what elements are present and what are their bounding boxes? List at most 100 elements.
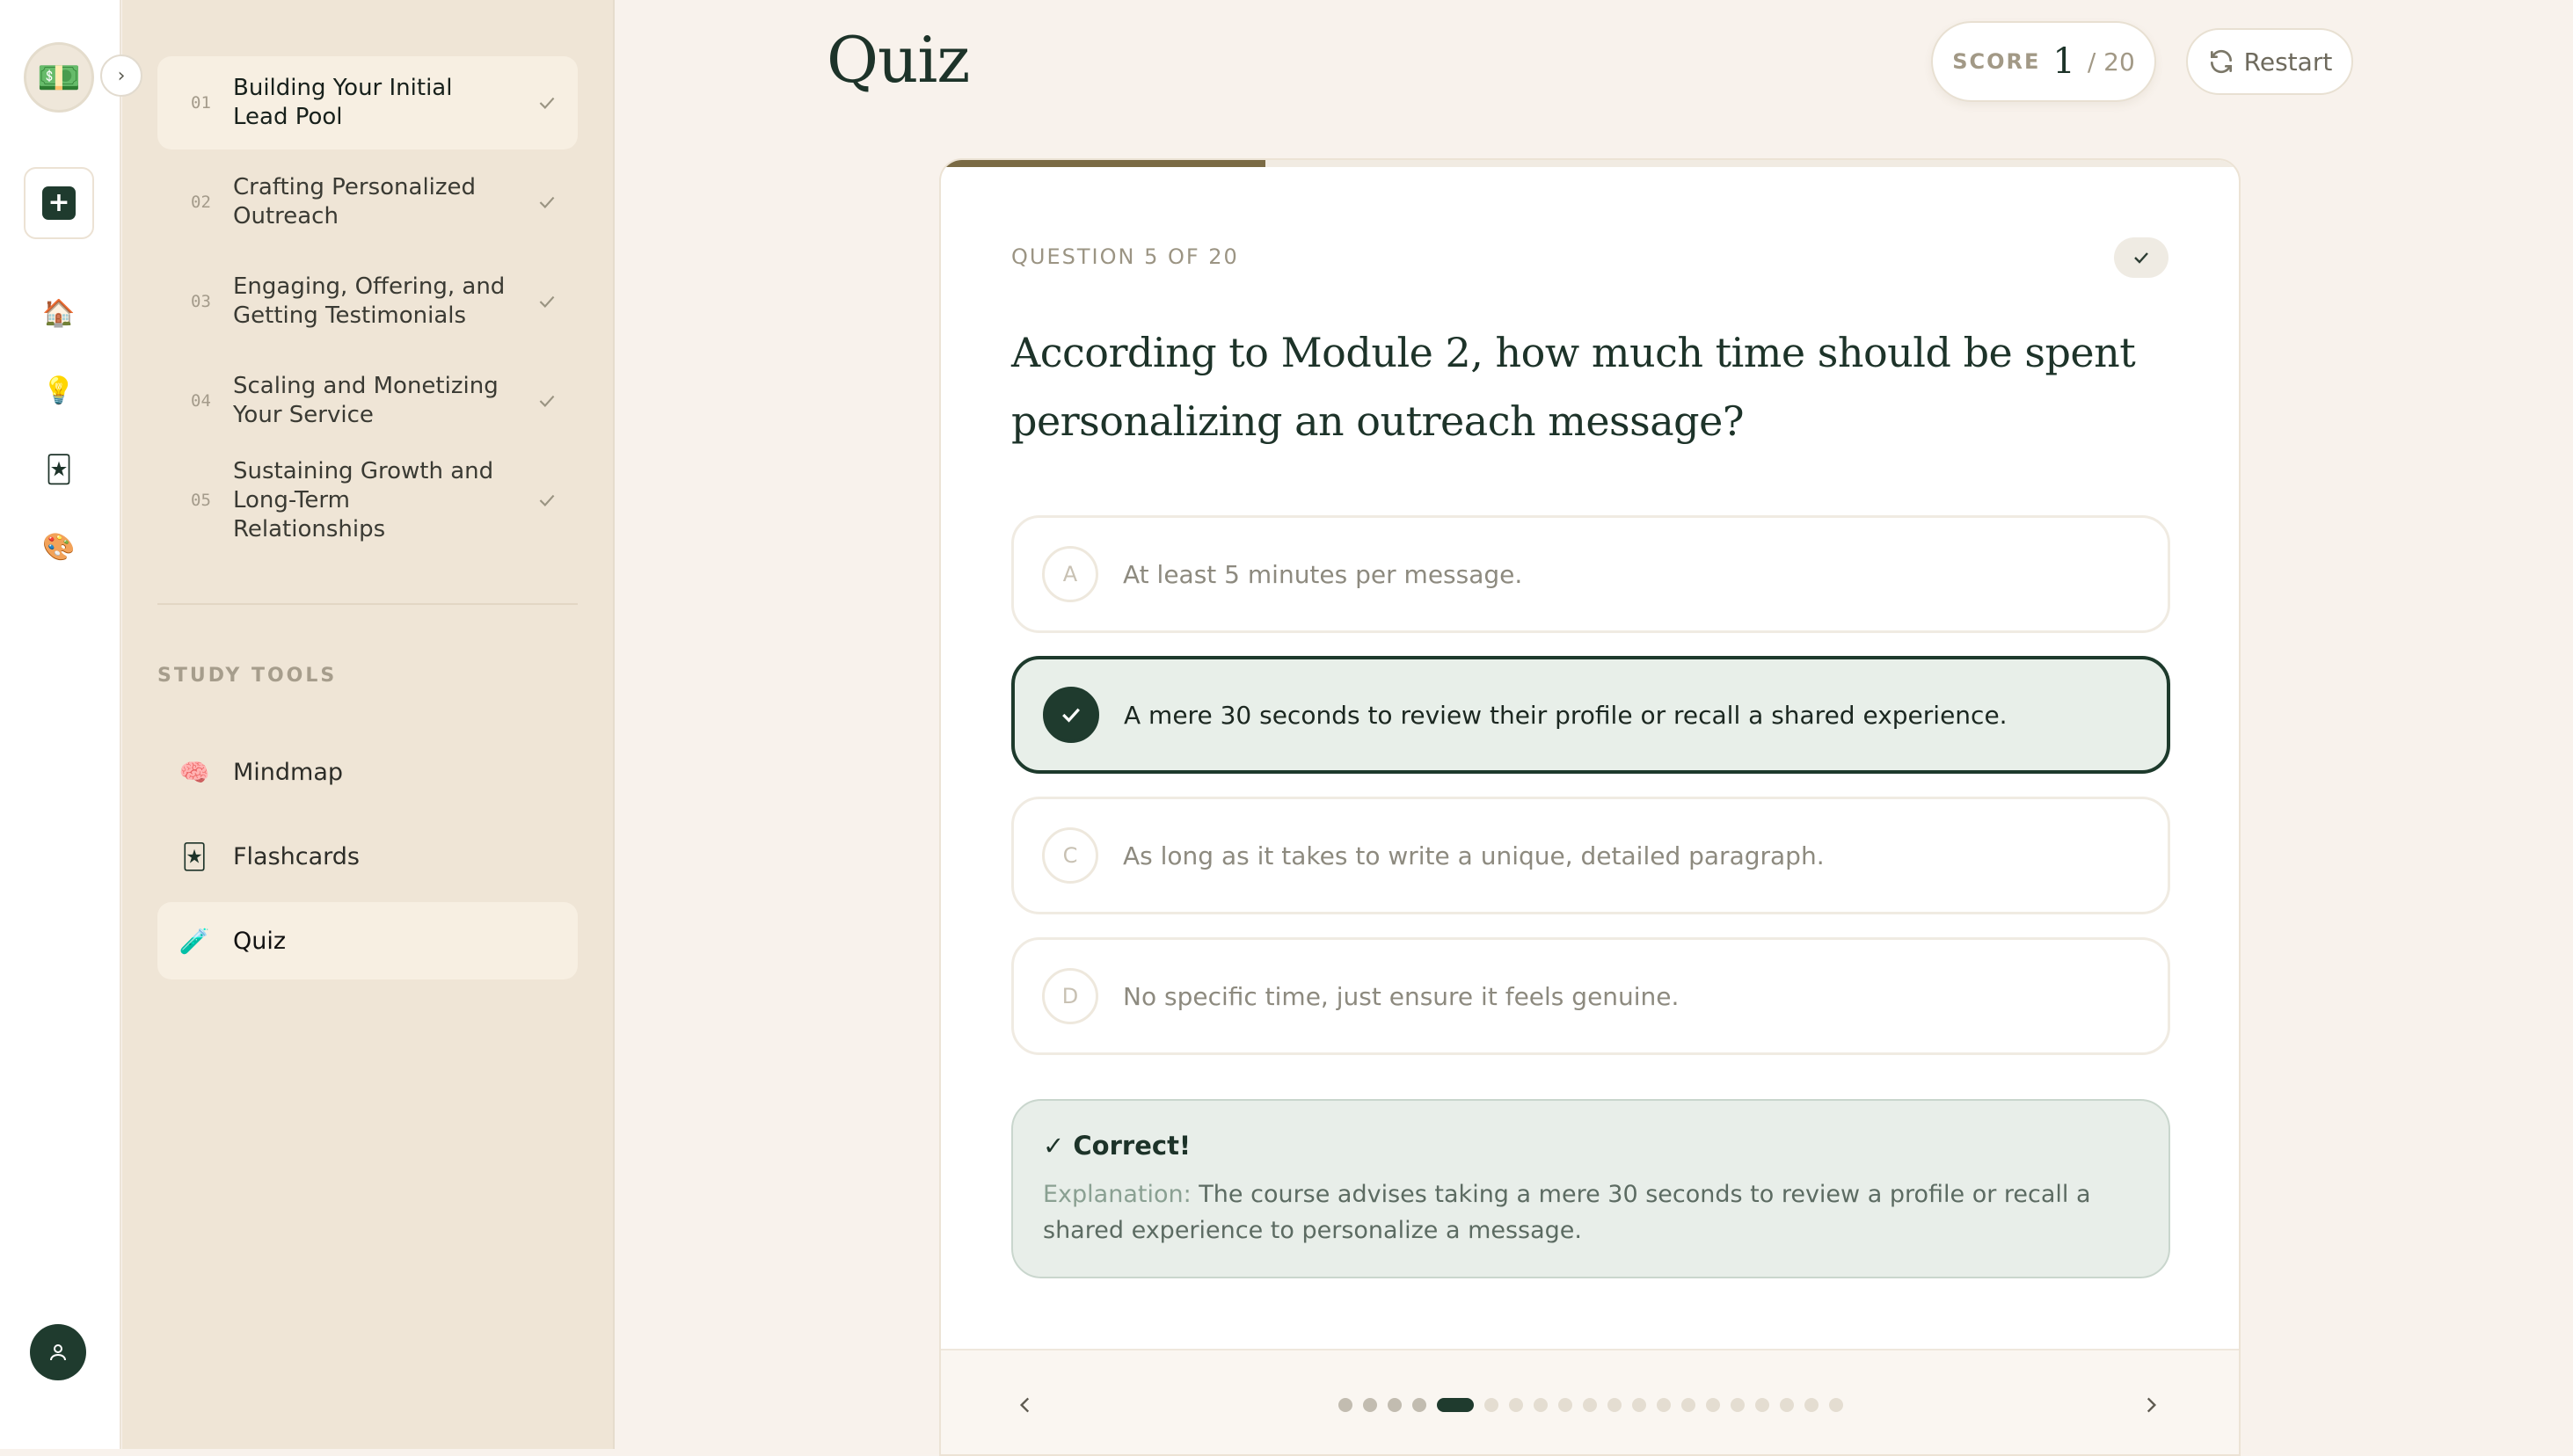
question-dot[interactable]	[1607, 1398, 1622, 1412]
progress-track	[941, 160, 2239, 167]
check-icon	[539, 494, 555, 506]
question-dot[interactable]	[1412, 1398, 1426, 1412]
option-letter: C	[1042, 827, 1098, 884]
question-dot[interactable]	[1558, 1398, 1572, 1412]
module-number: 04	[191, 391, 211, 411]
module-number: 03	[191, 292, 211, 311]
module-title: Sustaining Growth and Long-Term Relation…	[233, 457, 494, 542]
answer-option-b[interactable]: A mere 30 seconds to review their profil…	[1011, 656, 2170, 774]
question-dot[interactable]	[1509, 1398, 1523, 1412]
check-icon	[539, 196, 555, 208]
option-text: At least 5 minutes per message.	[1123, 559, 1523, 589]
answer-option-c[interactable]: C As long as it takes to write a unique,…	[1011, 797, 2170, 914]
question-dot[interactable]	[1338, 1398, 1352, 1412]
question-dot[interactable]	[1657, 1398, 1671, 1412]
palette-glyph: 🎨	[42, 531, 76, 563]
next-question-button[interactable]	[2132, 1386, 2170, 1424]
module-item-03[interactable]: 03 Engaging, Offering, and Getting Testi…	[157, 255, 578, 348]
check-icon	[2134, 252, 2148, 264]
answer-option-a[interactable]: A At least 5 minutes per message.	[1011, 515, 2170, 633]
module-title: Crafting Personalized Outreach	[233, 174, 477, 229]
plus-icon: +	[42, 186, 76, 220]
question-dot[interactable]	[1534, 1398, 1548, 1412]
tool-quiz[interactable]: 🧪 Quiz	[157, 902, 578, 979]
module-item-01[interactable]: 01 Building Your Initial Lead Pool	[157, 56, 578, 149]
question-dot[interactable]	[1755, 1398, 1769, 1412]
answer-option-d[interactable]: D No specific time, just ensure it feels…	[1011, 937, 2170, 1055]
explanation-body: The course advises taking a mere 30 seco…	[1043, 1181, 2091, 1244]
module-item-02[interactable]: 02 Crafting Personalized Outreach	[157, 156, 578, 249]
selected-check-icon	[1043, 687, 1099, 743]
question-dot[interactable]	[1804, 1398, 1819, 1412]
chevron-right-icon	[2147, 1397, 2157, 1413]
module-item-05[interactable]: 05 Sustaining Growth and Long-Term Relat…	[157, 454, 578, 547]
question-dot[interactable]	[1632, 1398, 1646, 1412]
tool-label: Quiz	[233, 927, 287, 955]
question-counter: QUESTION 5 OF 20	[1011, 244, 1239, 269]
tool-label: Mindmap	[233, 758, 344, 786]
tool-flashcards[interactable]: 🃏 Flashcards	[157, 818, 578, 895]
question-dot[interactable]	[1388, 1398, 1402, 1412]
progress-fill	[941, 160, 1265, 167]
previous-question-button[interactable]	[1006, 1386, 1045, 1424]
sidebar-divider	[157, 603, 578, 605]
test-tube-icon: 🧪	[179, 926, 210, 956]
check-icon	[539, 97, 555, 109]
score-total: / 20	[2087, 47, 2135, 76]
question-dot[interactable]	[1731, 1398, 1745, 1412]
refresh-icon	[2210, 49, 2232, 74]
user-icon	[50, 1344, 66, 1361]
check-icon	[539, 395, 555, 407]
chevron-left-icon	[1019, 1397, 1030, 1413]
question-dot[interactable]	[1437, 1398, 1474, 1412]
question-dot[interactable]	[1363, 1398, 1377, 1412]
feedback-title: ✓ Correct!	[1043, 1131, 1192, 1161]
user-avatar[interactable]	[30, 1324, 86, 1380]
explanation-label: Explanation:	[1043, 1181, 1192, 1208]
module-title: Scaling and Monetizing Your Service	[233, 373, 499, 428]
option-text: No specific time, just ensure it feels g…	[1123, 981, 1680, 1011]
quiz-card: QUESTION 5 OF 20 According to Module 2, …	[939, 158, 2241, 1456]
flashcard-glyph: 🃏	[45, 454, 73, 485]
home-icon[interactable]: 🏠	[40, 294, 78, 332]
tool-mindmap[interactable]: 🧠 Mindmap	[157, 733, 578, 811]
score-label: SCORE	[1952, 49, 2041, 74]
palette-icon[interactable]: 🎨	[40, 528, 78, 566]
page-title: Quiz	[827, 23, 970, 97]
check-icon	[1062, 708, 1080, 723]
module-title: Engaging, Offering, and Getting Testimon…	[233, 273, 506, 329]
option-text: A mere 30 seconds to review their profil…	[1124, 700, 2008, 730]
question-dot[interactable]	[1706, 1398, 1720, 1412]
question-dot[interactable]	[1681, 1398, 1695, 1412]
module-item-04[interactable]: 04 Scaling and Monetizing Your Service	[157, 354, 578, 448]
module-title: Building Your Initial Lead Pool	[233, 75, 453, 130]
logo-glyph: 💵	[37, 57, 81, 98]
expand-sidebar-button[interactable]: ›	[100, 55, 142, 97]
chevron-right-icon: ›	[117, 64, 126, 87]
check-icon	[539, 295, 555, 308]
new-course-button[interactable]: +	[24, 167, 94, 239]
answered-badge	[2114, 237, 2168, 278]
restart-button[interactable]: Restart	[2186, 28, 2353, 95]
study-tools-label: STUDY TOOLS	[157, 665, 338, 687]
flashcard-icon: 🃏	[181, 841, 208, 871]
question-text: According to Module 2, how much time sho…	[1011, 329, 2136, 445]
restart-label: Restart	[2243, 47, 2333, 76]
tool-label: Flashcards	[233, 842, 360, 870]
option-letter: D	[1042, 968, 1098, 1024]
option-letter: A	[1042, 546, 1098, 602]
question-dot[interactable]	[1484, 1398, 1498, 1412]
feedback-panel: ✓ Correct! Explanation: The course advis…	[1011, 1099, 2170, 1278]
question-dot[interactable]	[1829, 1398, 1843, 1412]
lightbulb-icon[interactable]: 💡	[40, 371, 78, 410]
flashcard-icon[interactable]: 🃏	[40, 450, 78, 489]
question-dot[interactable]	[1583, 1398, 1597, 1412]
app-logo-icon[interactable]: 💵	[24, 42, 94, 113]
icon-rail: 💵 › + 🏠 💡 🃏 🎨	[0, 0, 142, 1449]
explanation-text: Explanation: The course advises taking a…	[1043, 1176, 2139, 1249]
score-value: 1	[2052, 41, 2075, 82]
question-dots	[1338, 1398, 1843, 1412]
question-dot[interactable]	[1780, 1398, 1794, 1412]
home-glyph: 🏠	[42, 297, 76, 329]
score-badge: SCORE 1 / 20	[1931, 21, 2156, 102]
